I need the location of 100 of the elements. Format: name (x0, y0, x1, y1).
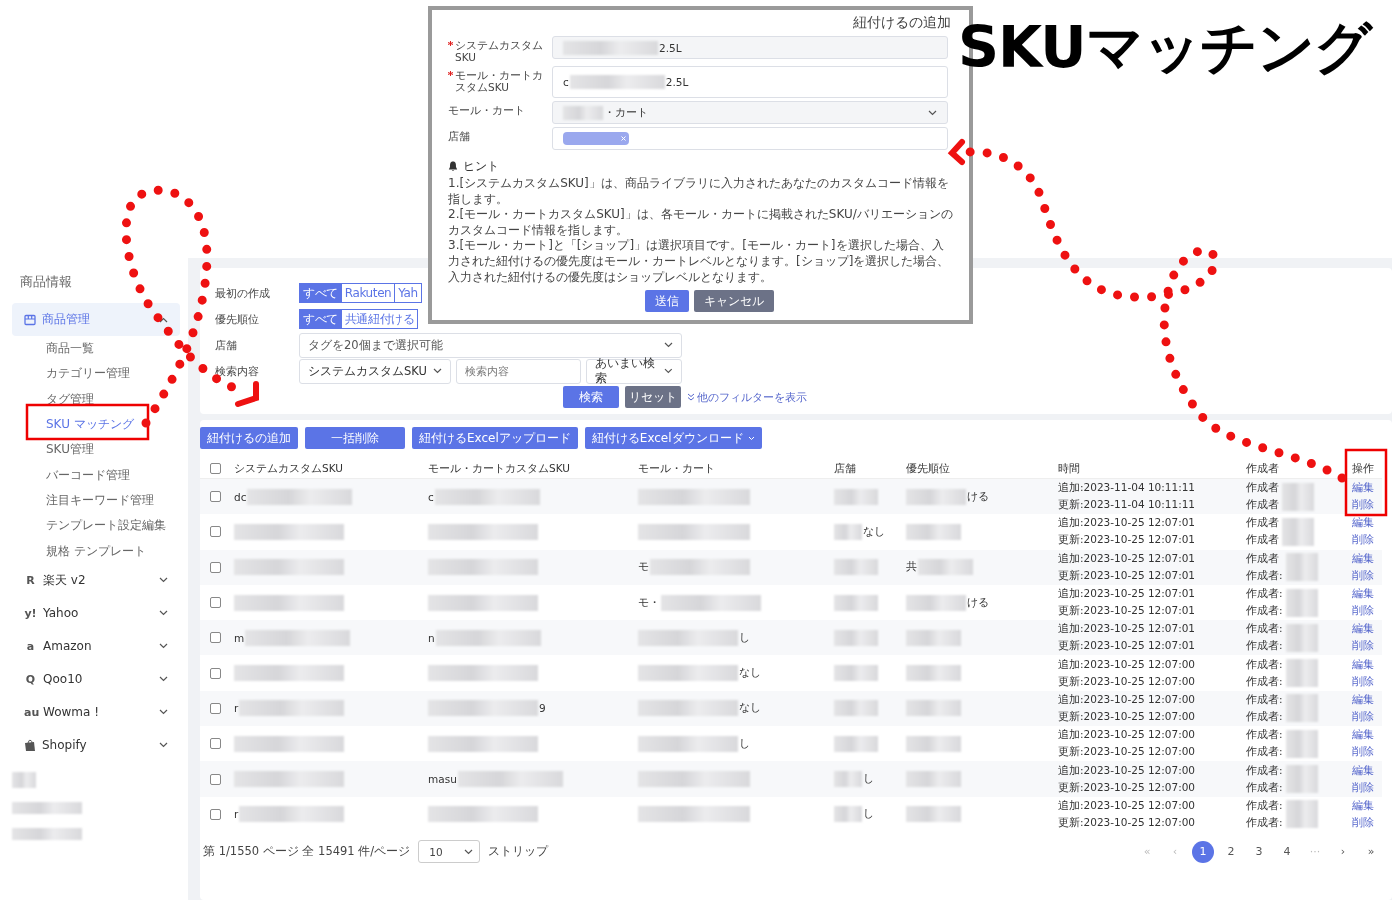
creator-label: 作成者: (1246, 780, 1283, 795)
sidebar-item[interactable]: カテゴリー管理 (12, 361, 180, 387)
shop-tag-field[interactable] (552, 127, 948, 151)
row-checkbox[interactable] (210, 561, 221, 573)
blurred-text (834, 665, 878, 682)
updated-time: 更新:2023-10-25 12:07:00 (1058, 815, 1197, 830)
row-checkbox[interactable] (210, 491, 221, 503)
sidebar-group[interactable]: a Amazon (12, 629, 180, 663)
creator-label: 作成者: (1246, 657, 1283, 672)
delete-link[interactable]: 削除 (1352, 674, 1382, 689)
edit-link[interactable]: 編集 (1352, 728, 1382, 743)
submit-button[interactable]: 送信 (645, 290, 689, 313)
sidebar-group[interactable]: y! Yahoo (12, 596, 180, 630)
toolbar-button[interactable]: 紐付けるExcelダウンロード (584, 427, 762, 449)
row-checkbox[interactable] (210, 632, 221, 644)
mall-select[interactable]: ・カート (552, 101, 948, 125)
creator-label: 作成者: (1246, 745, 1283, 760)
chevron-icon (433, 368, 442, 374)
edit-link[interactable]: 編集 (1352, 798, 1382, 813)
edit-link[interactable]: 編集 (1352, 481, 1382, 496)
search-button[interactable]: 検索 (563, 386, 619, 408)
delete-link[interactable]: 削除 (1352, 639, 1382, 654)
sidebar-group[interactable]: Shopify (12, 728, 180, 762)
sidebar-item[interactable]: SKU マッチング (12, 411, 180, 438)
sidebar-item[interactable]: テンプレート設定編集 (12, 513, 180, 539)
double-chevron-icon (687, 393, 695, 401)
sidebar-item[interactable]: 商品一覧 (12, 336, 180, 362)
blurred-text (1282, 482, 1314, 511)
more-filters-link[interactable]: 他のフィルターを表示 (687, 389, 807, 405)
delete-link[interactable]: 削除 (1352, 709, 1382, 724)
page-size-suffix: ストリップ (488, 844, 549, 860)
row-checkbox[interactable] (210, 526, 221, 538)
toolbar-button[interactable]: 一括削除 (305, 427, 405, 449)
sidebar-item[interactable]: SKU管理 (12, 437, 180, 463)
required-icon (448, 41, 453, 46)
delete-link[interactable]: 削除 (1352, 568, 1382, 583)
updated-time: 更新:2023-10-25 12:07:00 (1058, 780, 1197, 795)
field-select[interactable]: システムカスタムSKU (299, 358, 451, 384)
mode-select[interactable]: あいまい検索 (586, 358, 682, 384)
edit-link[interactable]: 編集 (1352, 587, 1382, 602)
blurred-text (834, 523, 862, 540)
sidebar-item[interactable]: タグ管理 (12, 386, 180, 412)
close-icon[interactable] (621, 136, 626, 142)
delete-link[interactable]: 削除 (1352, 780, 1382, 795)
tag-select[interactable]: タグを20個まで選択可能 (299, 332, 682, 358)
delete-link[interactable]: 削除 (1352, 498, 1382, 513)
page-button[interactable]: 1 (1192, 840, 1214, 863)
blurred-text (1282, 517, 1314, 546)
edit-link[interactable]: 編集 (1352, 763, 1382, 778)
delete-link[interactable]: 削除 (1352, 533, 1382, 548)
sidebar-group[interactable]: 商品管理 (12, 303, 180, 336)
row-checkbox[interactable] (210, 597, 221, 609)
segment-tab[interactable]: 共通紐付ける (340, 309, 419, 329)
row-checkbox[interactable] (210, 773, 221, 785)
page-button[interactable]: 3 (1248, 840, 1270, 863)
segment-tab[interactable]: Yah (394, 283, 422, 303)
sku-field[interactable]: 2.5L (552, 36, 948, 59)
page-size-select[interactable]: 10 (418, 840, 481, 864)
row-checkbox[interactable] (210, 738, 221, 750)
edit-link[interactable]: 編集 (1352, 657, 1382, 672)
search-field[interactable]: 検索内容 (456, 358, 581, 384)
cell-text: masu (428, 773, 457, 785)
edit-link[interactable]: 編集 (1352, 622, 1382, 637)
edit-link[interactable]: 編集 (1352, 692, 1382, 707)
sidebar-item[interactable]: 規格 テンプレート (12, 538, 180, 564)
segment-tab[interactable]: Rakuten (340, 283, 396, 303)
toolbar-button[interactable]: 紐付けるの追加 (200, 427, 298, 449)
page-button[interactable]: 2 (1220, 840, 1242, 863)
select-all-checkbox[interactable] (210, 463, 221, 474)
blurred-text (834, 700, 878, 717)
sidebar-item[interactable]: バーコード管理 (12, 462, 180, 488)
sidebar-group[interactable]: R 楽天 v2 (12, 563, 180, 597)
creator-label: 作成者: (1246, 639, 1283, 654)
row-checkbox[interactable] (210, 808, 221, 820)
last-page-button[interactable]: » (1360, 840, 1382, 863)
added-time: 追加:2023-10-25 12:07:00 (1058, 657, 1197, 672)
delete-link[interactable]: 削除 (1352, 604, 1382, 619)
creator-label: 作成者: (1246, 763, 1283, 778)
edit-link[interactable]: 編集 (1352, 551, 1382, 566)
toolbar-button[interactable]: 紐付けるExcelアップロード (412, 427, 578, 449)
delete-link[interactable]: 削除 (1352, 815, 1382, 830)
delete-link[interactable]: 削除 (1352, 745, 1382, 760)
cancel-button[interactable]: キャンセル (694, 290, 774, 313)
page-button[interactable]: 4 (1276, 840, 1298, 863)
segment-tab[interactable]: すべて (299, 283, 342, 303)
sidebar-group[interactable]: au Wowma ! (12, 695, 180, 729)
segment-tab[interactable]: すべて (299, 309, 342, 329)
cell-text: c (428, 490, 434, 503)
edit-link[interactable]: 編集 (1352, 516, 1382, 531)
filter-label: 最初の作成 (215, 285, 271, 301)
sidebar-item[interactable]: 注目キーワード管理 (12, 487, 180, 514)
headline: SKUマッチング (958, 13, 1371, 82)
row-checkbox[interactable] (210, 702, 221, 714)
dialog-title: 紐付けるの追加 (852, 14, 952, 32)
next-page-button[interactable]: › (1332, 840, 1354, 863)
row-checkbox[interactable] (210, 667, 221, 679)
sidebar-group[interactable]: Q Qoo10 (12, 662, 180, 696)
sku-field[interactable]: c 2.5L (552, 66, 948, 99)
cell-text: 共 (906, 560, 917, 575)
reset-button[interactable]: リセット (625, 386, 681, 408)
